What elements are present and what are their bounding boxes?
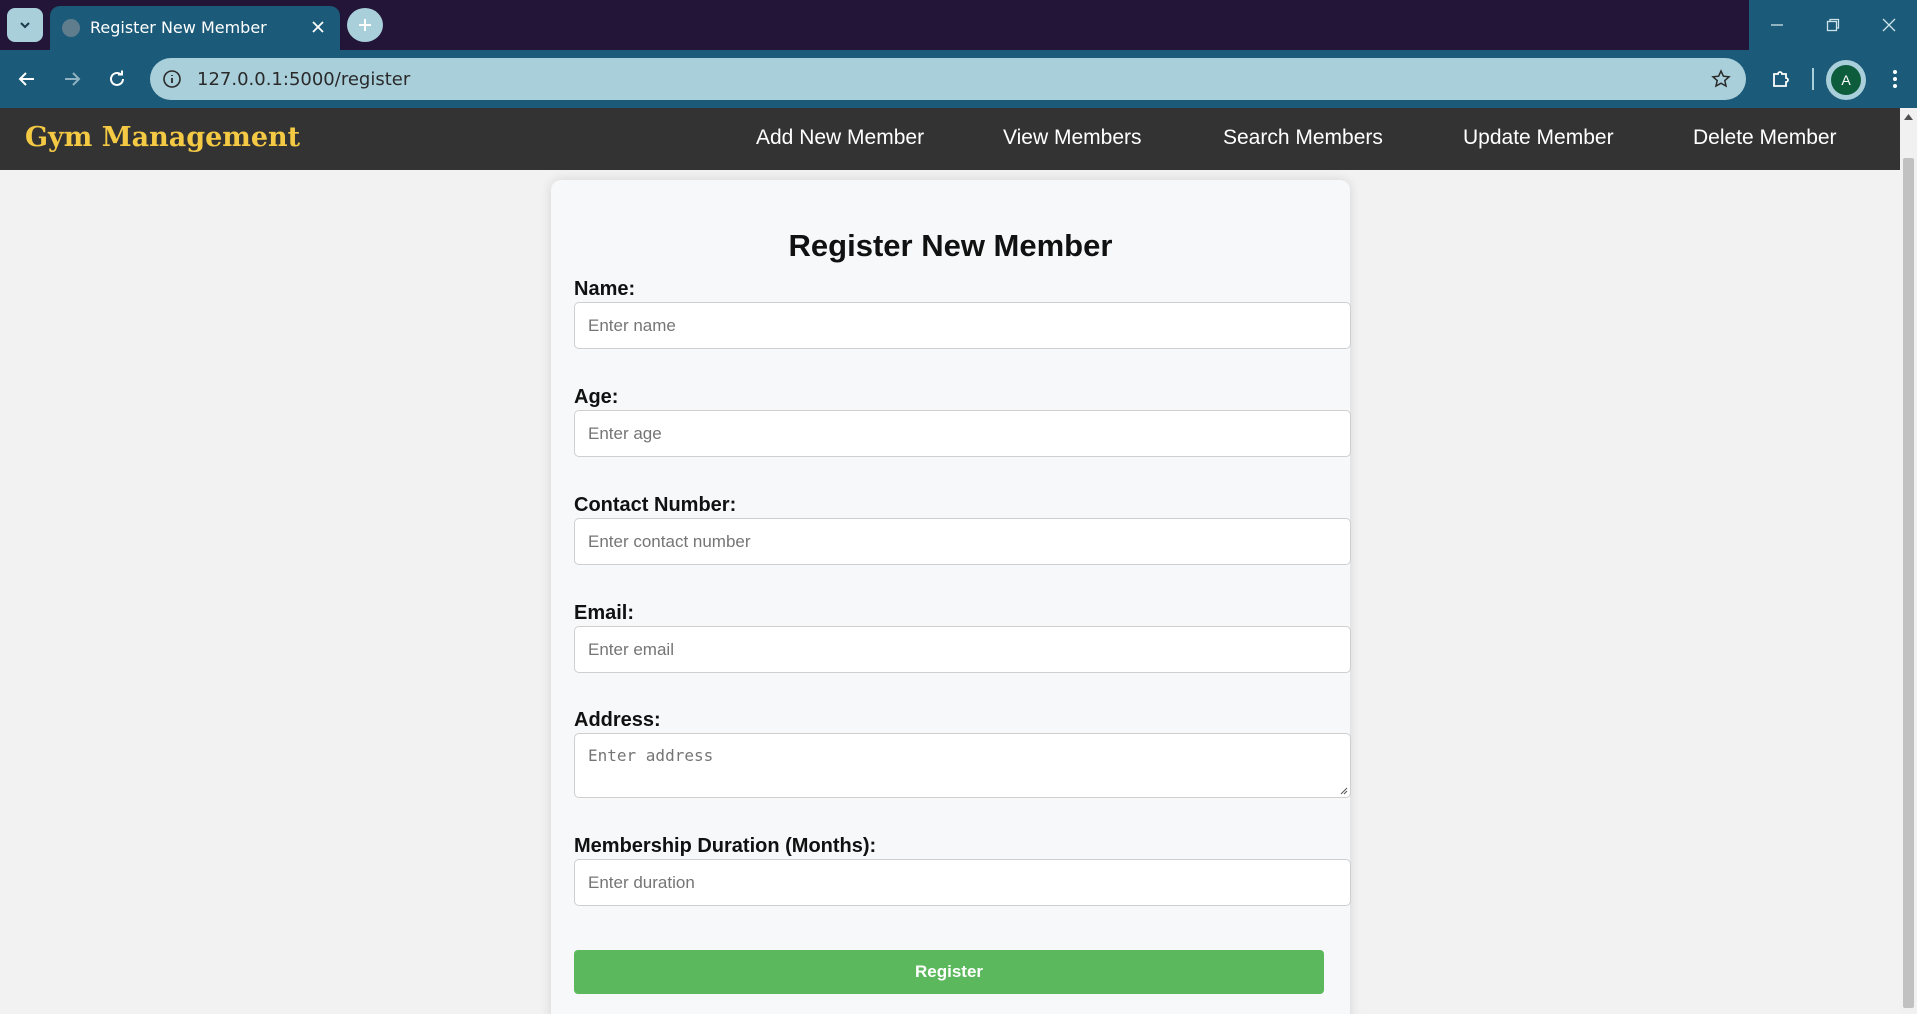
contact-number-label: Contact Number: (574, 494, 737, 516)
back-button[interactable] (11, 63, 43, 95)
nav-link-delete-member[interactable]: Delete Member (1693, 126, 1837, 150)
plus-icon (359, 19, 371, 31)
site-navbar: Gym Management Add New Member View Membe… (0, 108, 1900, 170)
browser-tab-bar: Register New Member (0, 0, 1917, 50)
close-window-button[interactable] (1861, 0, 1917, 50)
page-scrollbar[interactable] (1900, 108, 1917, 1014)
minimize-button[interactable] (1749, 0, 1805, 50)
email-placeholder: Enter email (588, 640, 674, 659)
resize-handle-icon[interactable] (1338, 785, 1348, 795)
new-tab-button[interactable] (347, 8, 383, 42)
profile-initial: A (1831, 65, 1861, 95)
email-input[interactable]: Enter email (574, 626, 1351, 673)
toolbar-divider (1812, 68, 1814, 90)
register-form-card: Register New Member Name: Enter name Age… (551, 180, 1351, 1014)
url-text: 127.0.0.1:5000/register (197, 69, 411, 90)
page-title: Register New Member (788, 228, 1113, 263)
tab-title: Register New Member (90, 18, 267, 37)
address-textarea[interactable]: Enter address (574, 733, 1351, 798)
address-label: Address: (574, 709, 661, 731)
tab-search-button[interactable] (7, 8, 43, 42)
window-controls (1749, 0, 1917, 50)
membership-duration-label: Membership Duration (Months): (574, 835, 877, 857)
nav-link-update-member[interactable]: Update Member (1463, 126, 1614, 150)
site-info-icon[interactable] (160, 67, 184, 91)
bookmark-star-icon[interactable] (1710, 68, 1732, 90)
nav-link-add-new-member[interactable]: Add New Member (756, 126, 924, 150)
arrow-left-icon (18, 72, 34, 86)
puzzle-icon (1773, 71, 1789, 87)
name-placeholder: Enter name (588, 316, 676, 335)
address-placeholder: Enter address (588, 746, 714, 765)
contact-number-placeholder: Enter contact number (588, 532, 751, 551)
globe-icon (62, 19, 80, 37)
reload-button[interactable] (101, 63, 133, 95)
membership-duration-placeholder: Enter duration (588, 873, 695, 892)
close-icon (312, 21, 324, 33)
address-bar[interactable]: 127.0.0.1:5000/register (150, 58, 1746, 100)
browser-menu-button[interactable] (1880, 64, 1910, 94)
scroll-up-arrow-icon[interactable] (1900, 108, 1917, 125)
contact-number-input[interactable]: Enter contact number (574, 518, 1351, 565)
email-label: Email: (574, 602, 635, 624)
name-input[interactable]: Enter name (574, 302, 1351, 349)
nav-link-view-members[interactable]: View Members (1003, 126, 1142, 150)
close-tab-button[interactable] (308, 17, 328, 37)
scrollbar-thumb[interactable] (1903, 158, 1914, 1008)
more-vertical-icon (1893, 70, 1897, 88)
browser-tab[interactable]: Register New Member (50, 6, 340, 50)
close-icon (1882, 18, 1896, 32)
age-placeholder: Enter age (588, 424, 662, 443)
browser-toolbar: 127.0.0.1:5000/register A (0, 50, 1917, 108)
extensions-button[interactable] (1766, 64, 1796, 94)
age-input[interactable]: Enter age (574, 410, 1351, 457)
reload-icon (110, 70, 124, 86)
minimize-icon (1771, 24, 1783, 26)
restore-button[interactable] (1805, 0, 1861, 50)
register-button[interactable]: Register (574, 950, 1324, 994)
page-viewport: Gym Management Add New Member View Membe… (0, 108, 1917, 1014)
name-label: Name: (574, 278, 636, 300)
forward-button[interactable] (56, 63, 88, 95)
profile-avatar[interactable]: A (1826, 60, 1866, 100)
nav-links: Add New Member View Members Search Membe… (0, 126, 1900, 156)
restore-icon (1826, 18, 1840, 32)
arrow-right-icon (65, 72, 81, 86)
membership-duration-input[interactable]: Enter duration (574, 859, 1351, 906)
chevron-down-icon (20, 22, 30, 29)
nav-link-search-members[interactable]: Search Members (1223, 126, 1383, 150)
age-label: Age: (574, 386, 619, 408)
